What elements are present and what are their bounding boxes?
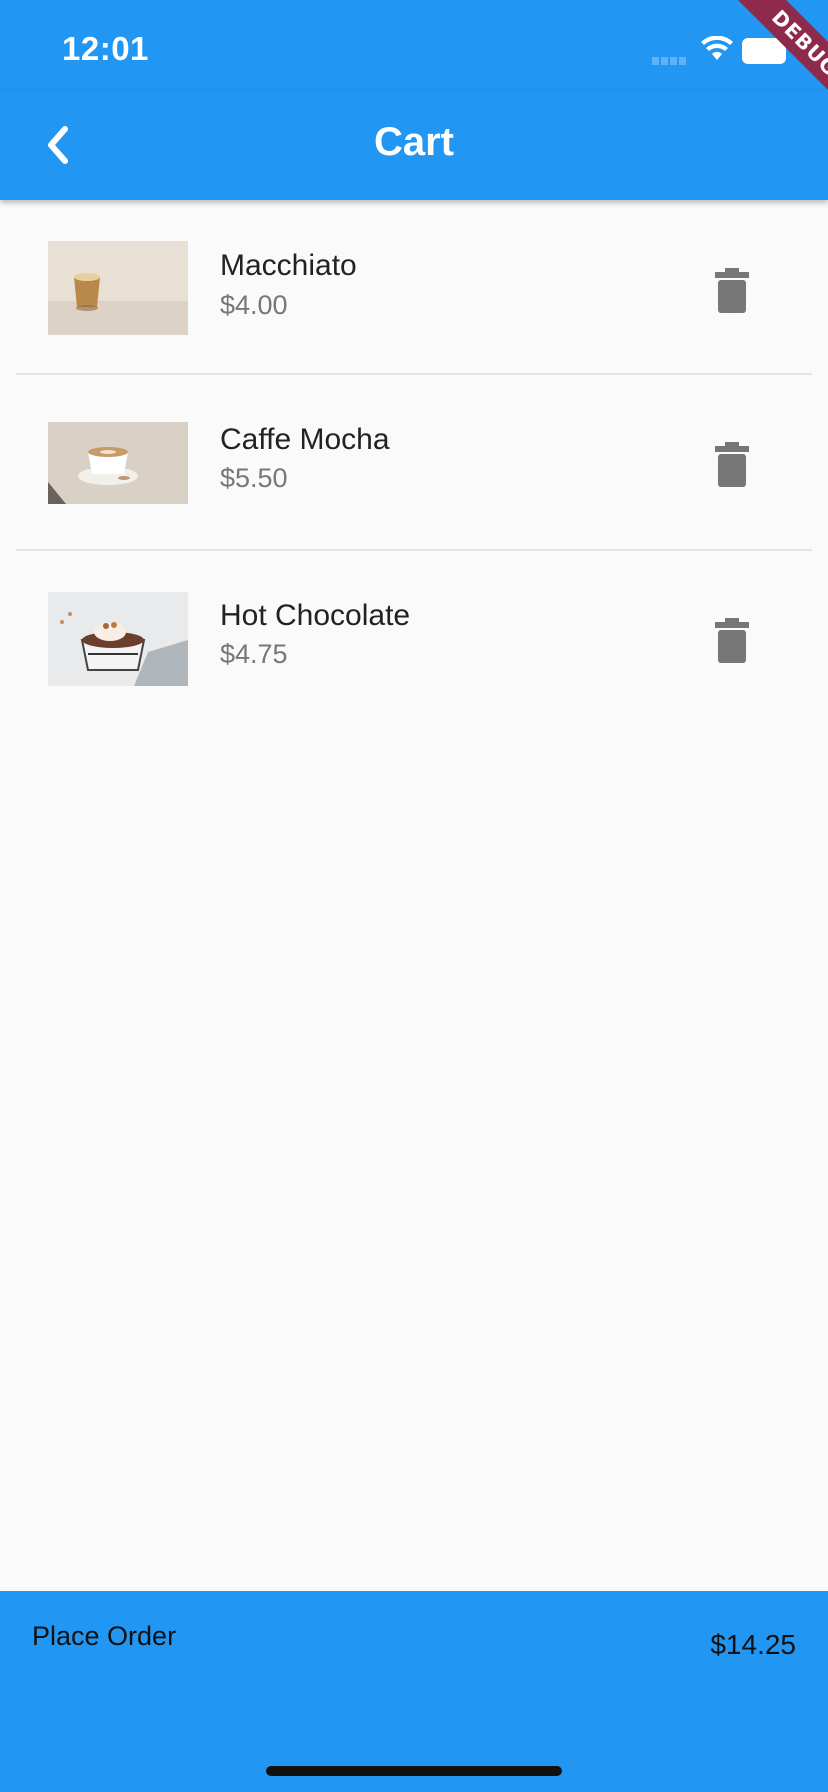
- hot-chocolate-photo: [48, 592, 188, 686]
- order-total: $14.25: [710, 1629, 796, 1660]
- debug-label: DEBUG: [725, 0, 828, 123]
- delete-item-button[interactable]: [712, 265, 752, 315]
- trash-icon: [715, 268, 749, 313]
- item-name: Hot Chocolate: [220, 599, 411, 632]
- status-time: 12:01: [62, 30, 149, 67]
- delete-item-button[interactable]: [712, 439, 752, 489]
- trash-icon: [715, 442, 749, 487]
- cart-item[interactable]: Hot Chocolate $4.75: [0, 551, 828, 727]
- place-order-button[interactable]: Place Order: [32, 1621, 176, 1652]
- cellular-signal-icon: [652, 52, 688, 70]
- item-price: $4.00: [220, 290, 288, 320]
- order-footer: Place Order $14.25: [0, 1591, 828, 1792]
- cart-item[interactable]: Caffe Mocha $5.50: [0, 375, 828, 551]
- item-name: Caffe Mocha: [220, 423, 390, 456]
- home-indicator[interactable]: [266, 1766, 562, 1776]
- item-price: $4.75: [220, 639, 288, 669]
- item-price: $5.50: [220, 463, 288, 493]
- macchiato-photo: [48, 241, 188, 335]
- cart-list: Macchiato $4.00 Caffe Mocha $5.50 Hot Ch…: [0, 200, 828, 727]
- cart-item[interactable]: Macchiato $4.00: [0, 200, 828, 375]
- trash-icon: [715, 618, 749, 663]
- caffe-mocha-photo: [48, 422, 188, 516]
- item-name: Macchiato: [220, 249, 357, 282]
- debug-banner: DEBUG: [698, 0, 828, 130]
- delete-item-button[interactable]: [712, 615, 752, 665]
